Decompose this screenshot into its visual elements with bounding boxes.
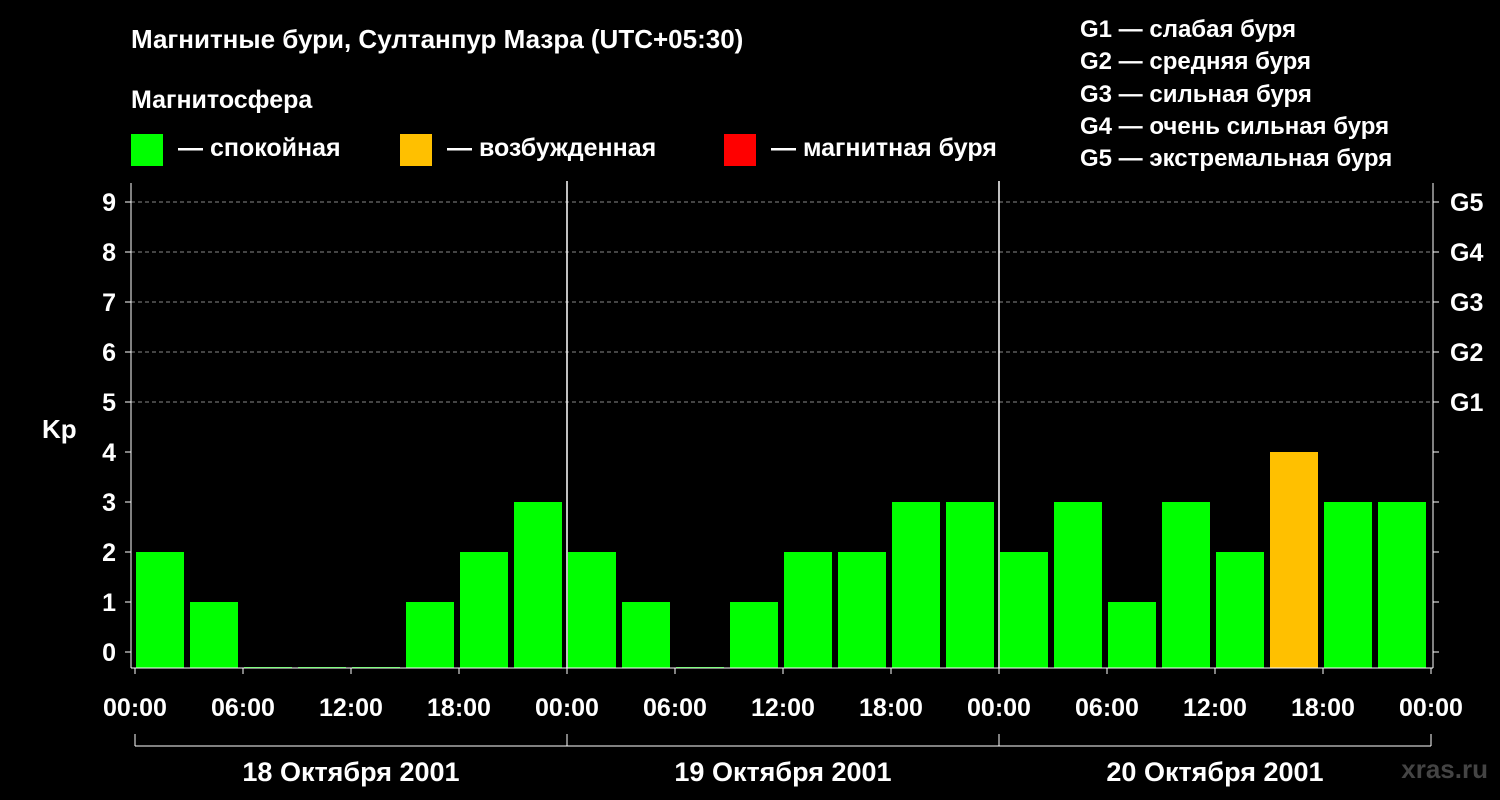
x-tick-label: 00:00 — [103, 694, 167, 722]
kp-bar — [838, 552, 886, 668]
y-tick-label: 1 — [102, 589, 116, 617]
x-tick-label: 12:00 — [751, 694, 815, 722]
kp-bar — [1270, 452, 1318, 668]
kp-bar — [1054, 502, 1102, 668]
kp-bar — [1378, 502, 1426, 668]
kp-bar — [568, 552, 616, 668]
kp-bar-chart: 0 1 2 3 4 5 6 7 8 9 G1 G2 G3 G4 G5 Kp 00:00 06:00 12:00 18:… — [42, 181, 1483, 787]
y-tick-label: 5 — [102, 389, 116, 417]
kp-bar — [406, 602, 454, 668]
x-tick-label: 18:00 — [859, 694, 923, 722]
x-tick-label: 00:00 — [1399, 694, 1463, 722]
x-tick-label: 06:00 — [1075, 694, 1139, 722]
g-scale-label: G1 — [1450, 389, 1483, 417]
y-tick-label: 7 — [102, 289, 116, 317]
x-tick-label: 18:00 — [1291, 694, 1355, 722]
kp-bar — [1000, 552, 1048, 668]
x-tick-label: 12:00 — [1183, 694, 1247, 722]
y-tick-label: 0 — [102, 639, 116, 667]
y-tick-label: 4 — [102, 439, 116, 467]
kp-bar — [1324, 502, 1372, 668]
kp-bar — [1216, 552, 1264, 668]
g-scale-label: G2 — [1450, 339, 1483, 367]
kp-bar — [1108, 602, 1156, 668]
kp-bar — [784, 552, 832, 668]
y-tick-label: 2 — [102, 539, 116, 567]
y-tick-label: 3 — [102, 489, 116, 517]
y-axis-label: Kp — [42, 414, 77, 444]
x-tick-label: 00:00 — [535, 694, 599, 722]
kp-bar — [136, 552, 184, 668]
kp-bar — [892, 502, 940, 668]
kp-bar — [1162, 502, 1210, 668]
x-tick-label: 18:00 — [427, 694, 491, 722]
x-tick-label: 06:00 — [643, 694, 707, 722]
y-tick-label: 9 — [102, 189, 116, 217]
kp-bar — [190, 602, 238, 668]
kp-bar — [460, 552, 508, 668]
kp-bar — [946, 502, 994, 668]
g-scale-label: G3 — [1450, 289, 1483, 317]
x-tick-label: 06:00 — [211, 694, 275, 722]
kp-bar — [622, 602, 670, 668]
kp-bar — [514, 502, 562, 668]
g-scale-label: G5 — [1450, 189, 1483, 217]
y-tick-label: 8 — [102, 239, 116, 267]
kp-bar — [730, 602, 778, 668]
day-label: 20 Октября 2001 — [1106, 757, 1323, 787]
g-scale-label: G4 — [1450, 239, 1483, 267]
day-label: 18 Октября 2001 — [242, 757, 459, 787]
watermark: xras.ru — [1401, 754, 1488, 784]
day-label: 19 Октября 2001 — [674, 757, 891, 787]
x-tick-label: 12:00 — [319, 694, 383, 722]
y-tick-label: 6 — [102, 339, 116, 367]
x-tick-label: 00:00 — [967, 694, 1031, 722]
